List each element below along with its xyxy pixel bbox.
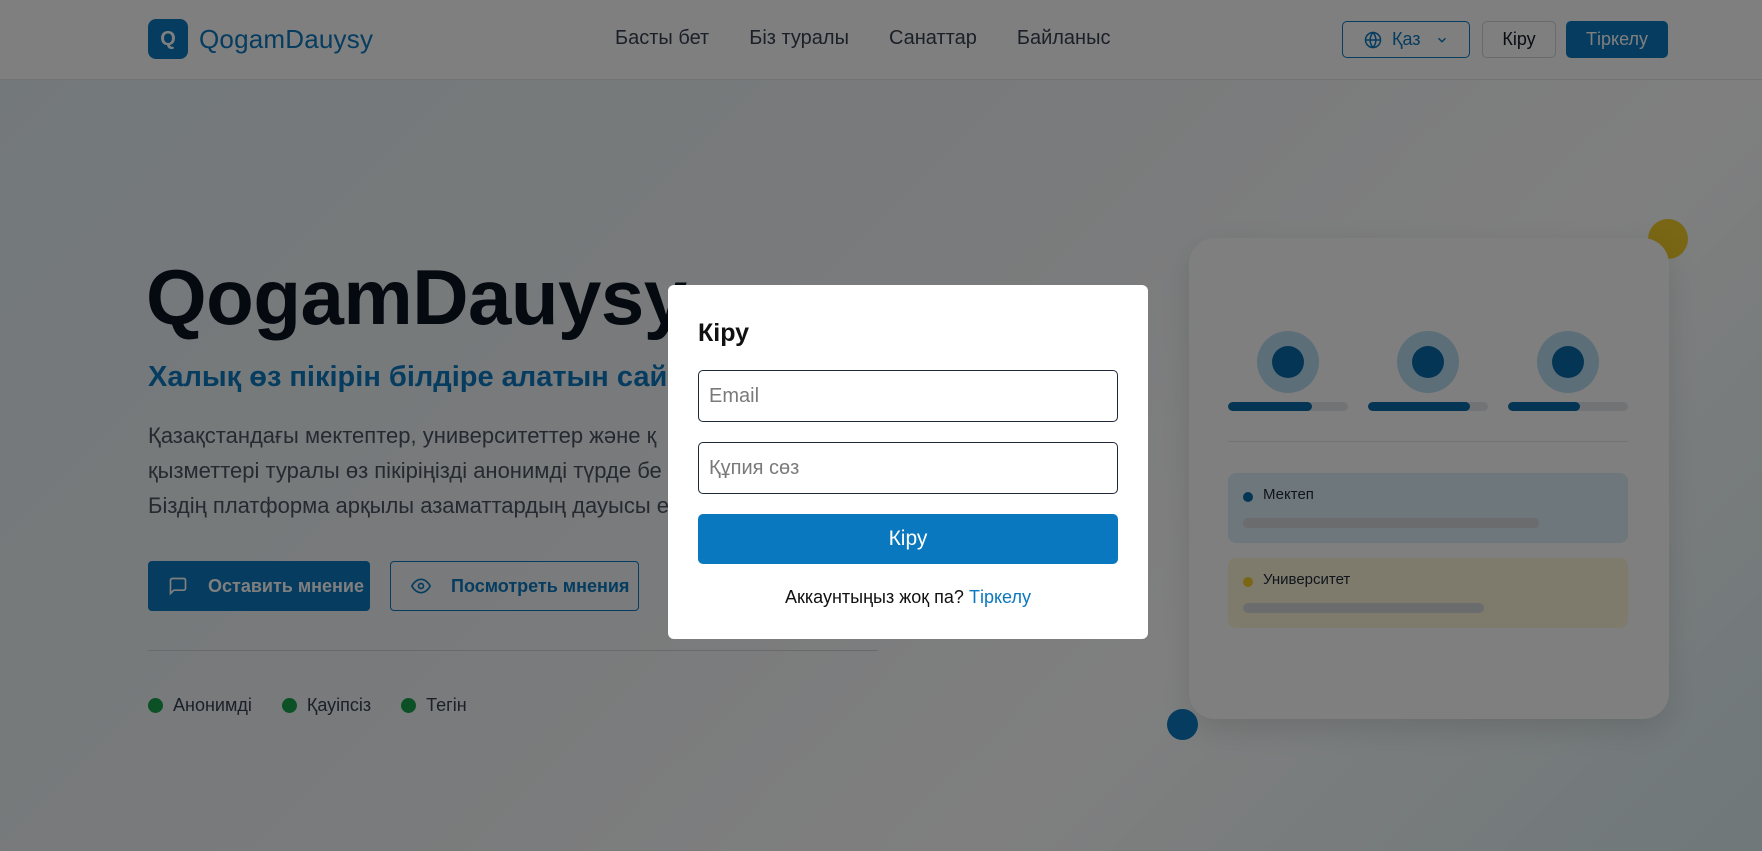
modal-footer: Аккаунтыңыз жоқ па? Тіркелу [668, 587, 1148, 608]
register-link[interactable]: Тіркелу [969, 587, 1031, 607]
login-modal: Кіру Кіру Аккаунтыңыз жоқ па? Тіркелу [668, 285, 1148, 639]
modal-title: Кіру [698, 319, 750, 347]
email-field[interactable] [698, 370, 1118, 422]
password-field[interactable] [698, 442, 1118, 494]
login-submit-button[interactable]: Кіру [698, 514, 1118, 564]
no-account-text: Аккаунтыңыз жоқ па? [785, 587, 964, 607]
